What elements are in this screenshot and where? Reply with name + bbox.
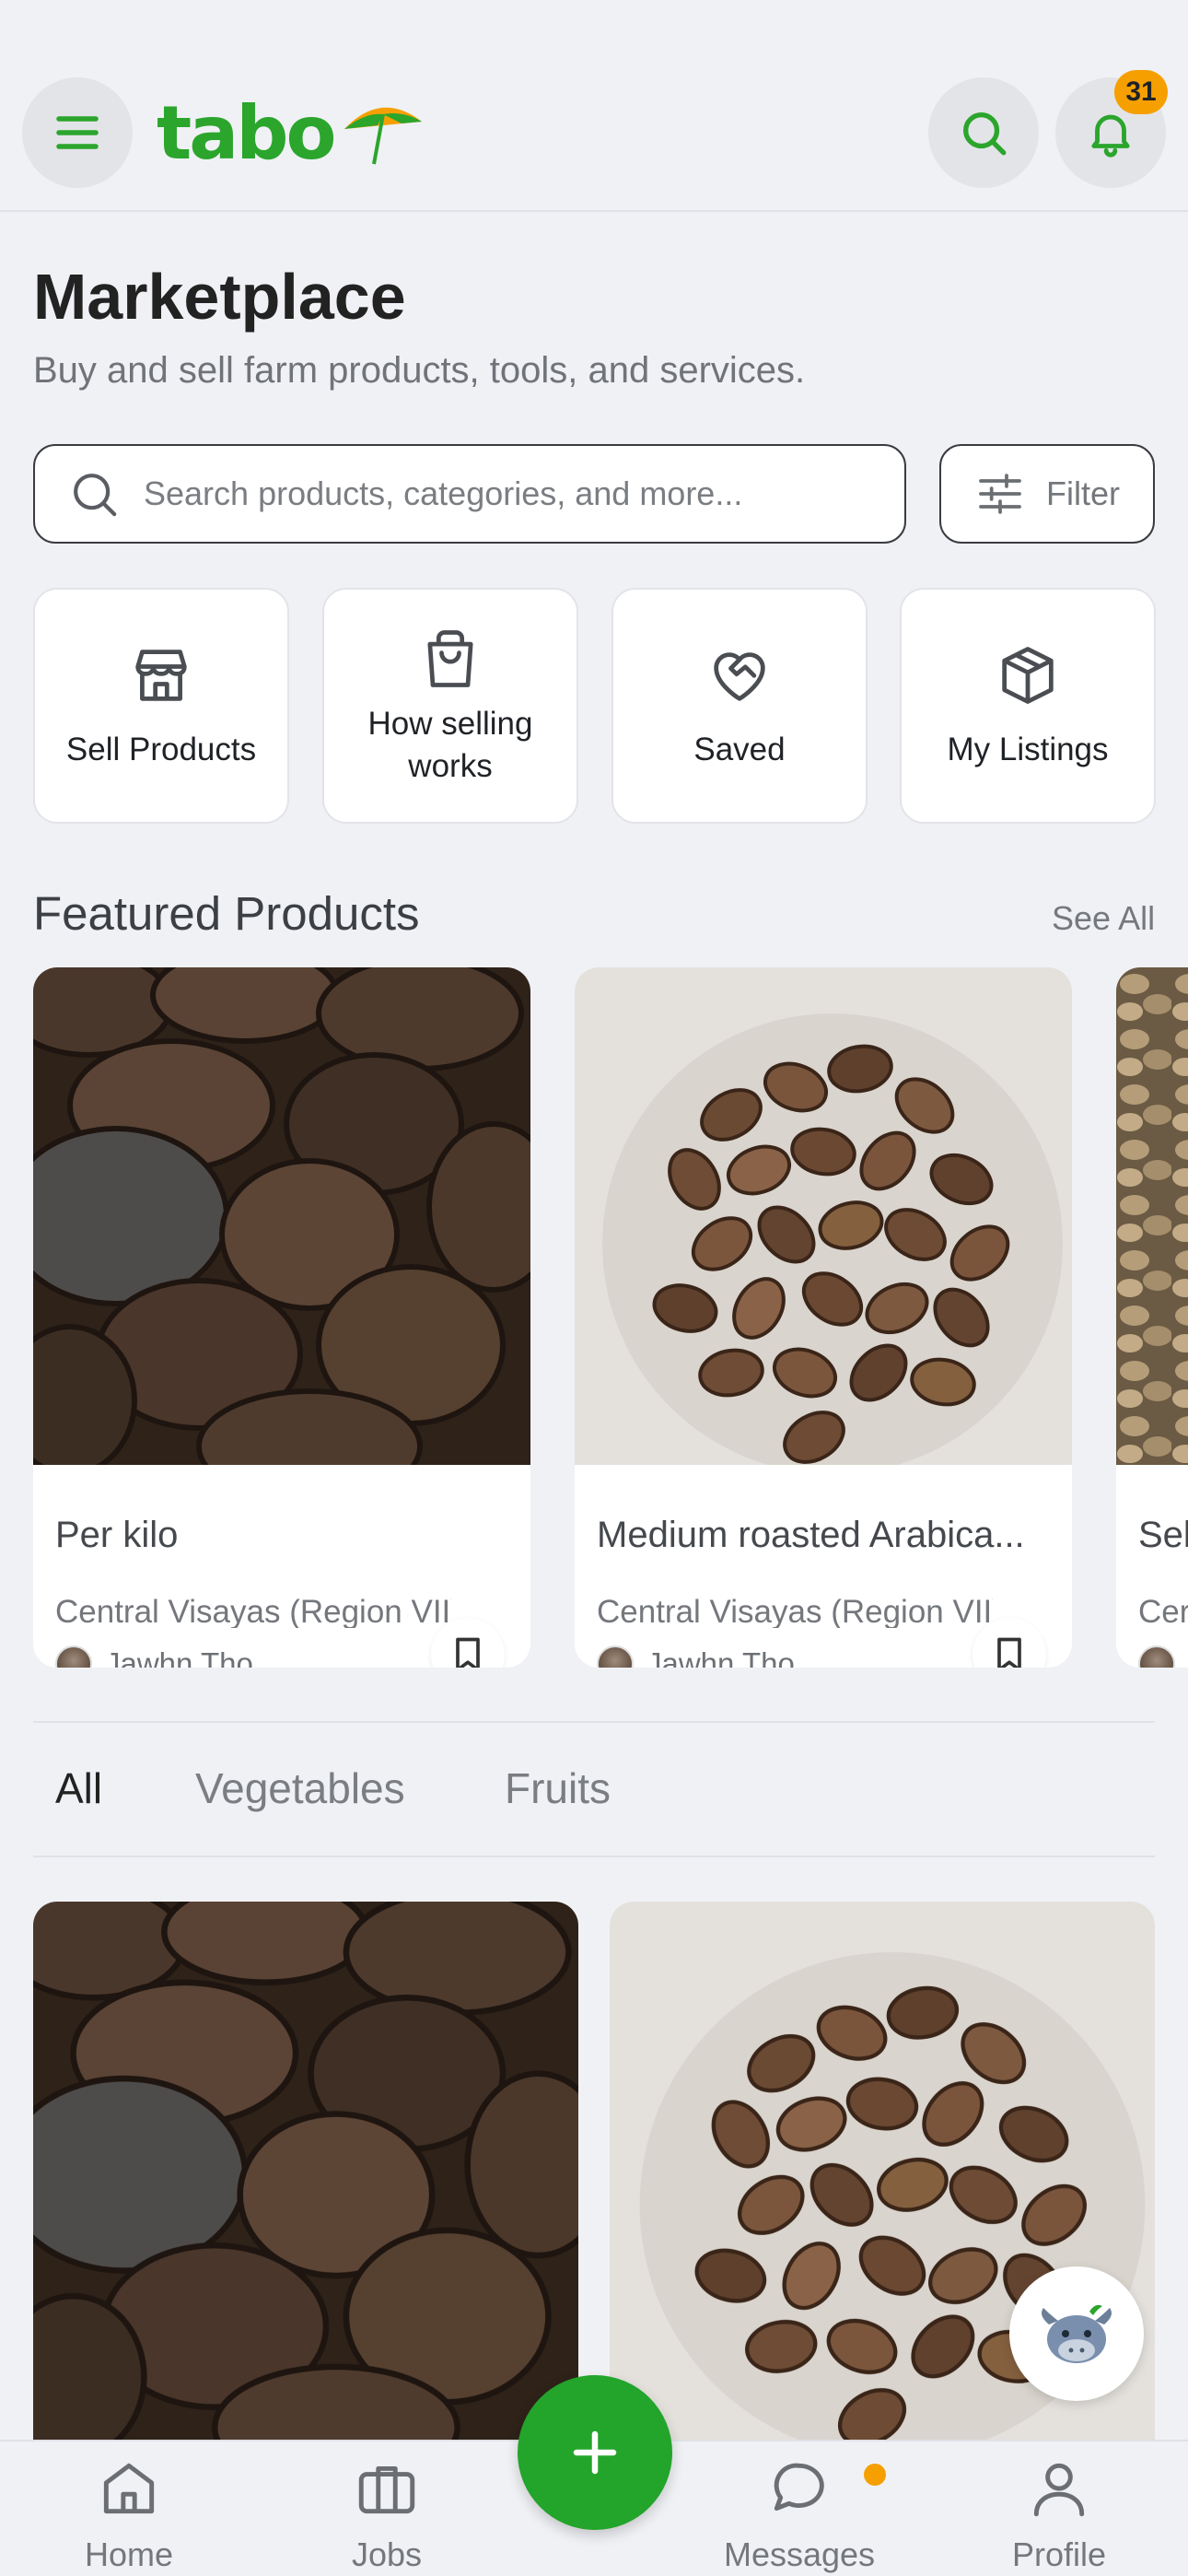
seller-avatar (597, 1645, 634, 1668)
tabo-logo: tabo (157, 92, 425, 175)
logo-text: tabo (157, 90, 336, 176)
bookmark-icon (456, 1637, 480, 1668)
divider (33, 1856, 1155, 1857)
product-name: Medium roasted Arabica... (597, 1515, 1025, 1555)
product-name: Per kilo (55, 1515, 179, 1555)
seller-info (1138, 1645, 1175, 1668)
nav-label: Jobs (351, 2535, 423, 2573)
quick-action-label: Saved (693, 731, 786, 767)
tab-all[interactable]: All (55, 1763, 102, 1813)
unread-indicator (864, 2464, 886, 2486)
quick-action-my-listings[interactable]: My Listings (900, 588, 1156, 824)
briefcase-icon (358, 2465, 415, 2514)
seller-name: Jawhn Tho (105, 1646, 253, 1668)
page-title: Marketplace (33, 261, 406, 333)
store-icon (135, 650, 187, 701)
seller-name: Jawhn Tho (646, 1646, 795, 1668)
see-all-link[interactable]: See All (1052, 899, 1155, 938)
sliders-icon (979, 474, 1021, 514)
quick-action-saved[interactable]: Saved (611, 588, 868, 824)
featured-product-card[interactable]: Sel Cer (1116, 967, 1188, 1668)
bookmark-icon (997, 1637, 1021, 1668)
nav-label: Profile (1011, 2535, 1107, 2573)
tab-vegetables[interactable]: Vegetables (195, 1763, 405, 1813)
marketplace-screen: tabo 31 Marketplace Buy and sell farm pr… (0, 0, 1188, 2576)
quick-action-label: Sell Products (65, 731, 257, 767)
plus-icon (573, 2430, 617, 2475)
menu-button[interactable] (22, 77, 133, 188)
nav-jobs[interactable]: Jobs (295, 2454, 479, 2574)
search-icon (963, 112, 1007, 156)
umbrella-icon (344, 107, 423, 165)
create-listing-button[interactable] (518, 2375, 672, 2530)
heart-handshake-icon (714, 652, 765, 701)
shopping-bag-icon (427, 629, 473, 687)
featured-product-card[interactable]: Medium roasted Arabica... Central Visaya… (575, 967, 1072, 1668)
filter-button[interactable]: Filter (939, 444, 1155, 544)
seller-info: Jawhn Tho (597, 1645, 795, 1668)
filter-label: Filter (1046, 474, 1120, 512)
hamburger-icon (56, 116, 99, 149)
product-location: Central Visayas (Region VII) (55, 1596, 451, 1628)
top-header: tabo 31 (0, 0, 1188, 212)
quick-action-label: How selling works (367, 705, 533, 784)
search-button[interactable] (928, 77, 1039, 188)
divider (33, 1721, 1155, 1723)
product-location: Central Visayas (Region VII) (597, 1596, 993, 1628)
search-bar (33, 444, 906, 544)
box-icon (1002, 647, 1054, 704)
nav-label: Home (84, 2535, 174, 2573)
user-icon (1033, 2463, 1085, 2517)
nav-profile[interactable]: Profile (967, 2454, 1151, 2574)
notification-badge: 31 (1114, 70, 1168, 114)
product-name: Sel (1138, 1515, 1188, 1555)
page-subtitle: Buy and sell farm products, tools, and s… (33, 350, 806, 391)
seller-avatar (55, 1645, 92, 1668)
seller-avatar (1138, 1645, 1175, 1668)
product-image (33, 967, 530, 1465)
featured-product-card[interactable]: Per kilo Central Visayas (Region VII) Ja… (33, 967, 530, 1668)
search-input[interactable] (144, 474, 880, 513)
home-icon (103, 2463, 155, 2514)
featured-products-title: Featured Products (33, 887, 420, 940)
assistant-bot-button[interactable] (1009, 2266, 1144, 2401)
bell-icon (1091, 114, 1130, 158)
product-image (575, 967, 1072, 1465)
product-image (1116, 967, 1188, 1465)
chat-icon (774, 2463, 824, 2512)
quick-action-sell-products[interactable]: Sell Products (33, 588, 289, 824)
quick-action-label: My Listings (947, 731, 1109, 767)
quick-action-how-selling-works[interactable]: How selling works (322, 588, 578, 824)
product-location: Cer (1138, 1596, 1188, 1628)
carabao-mascot-icon (1042, 2304, 1112, 2363)
seller-info: Jawhn Tho (55, 1645, 253, 1668)
nav-label: Messages (723, 2535, 876, 2573)
search-icon (74, 474, 117, 517)
tab-fruits[interactable]: Fruits (505, 1763, 611, 1813)
nav-home[interactable]: Home (37, 2454, 221, 2574)
